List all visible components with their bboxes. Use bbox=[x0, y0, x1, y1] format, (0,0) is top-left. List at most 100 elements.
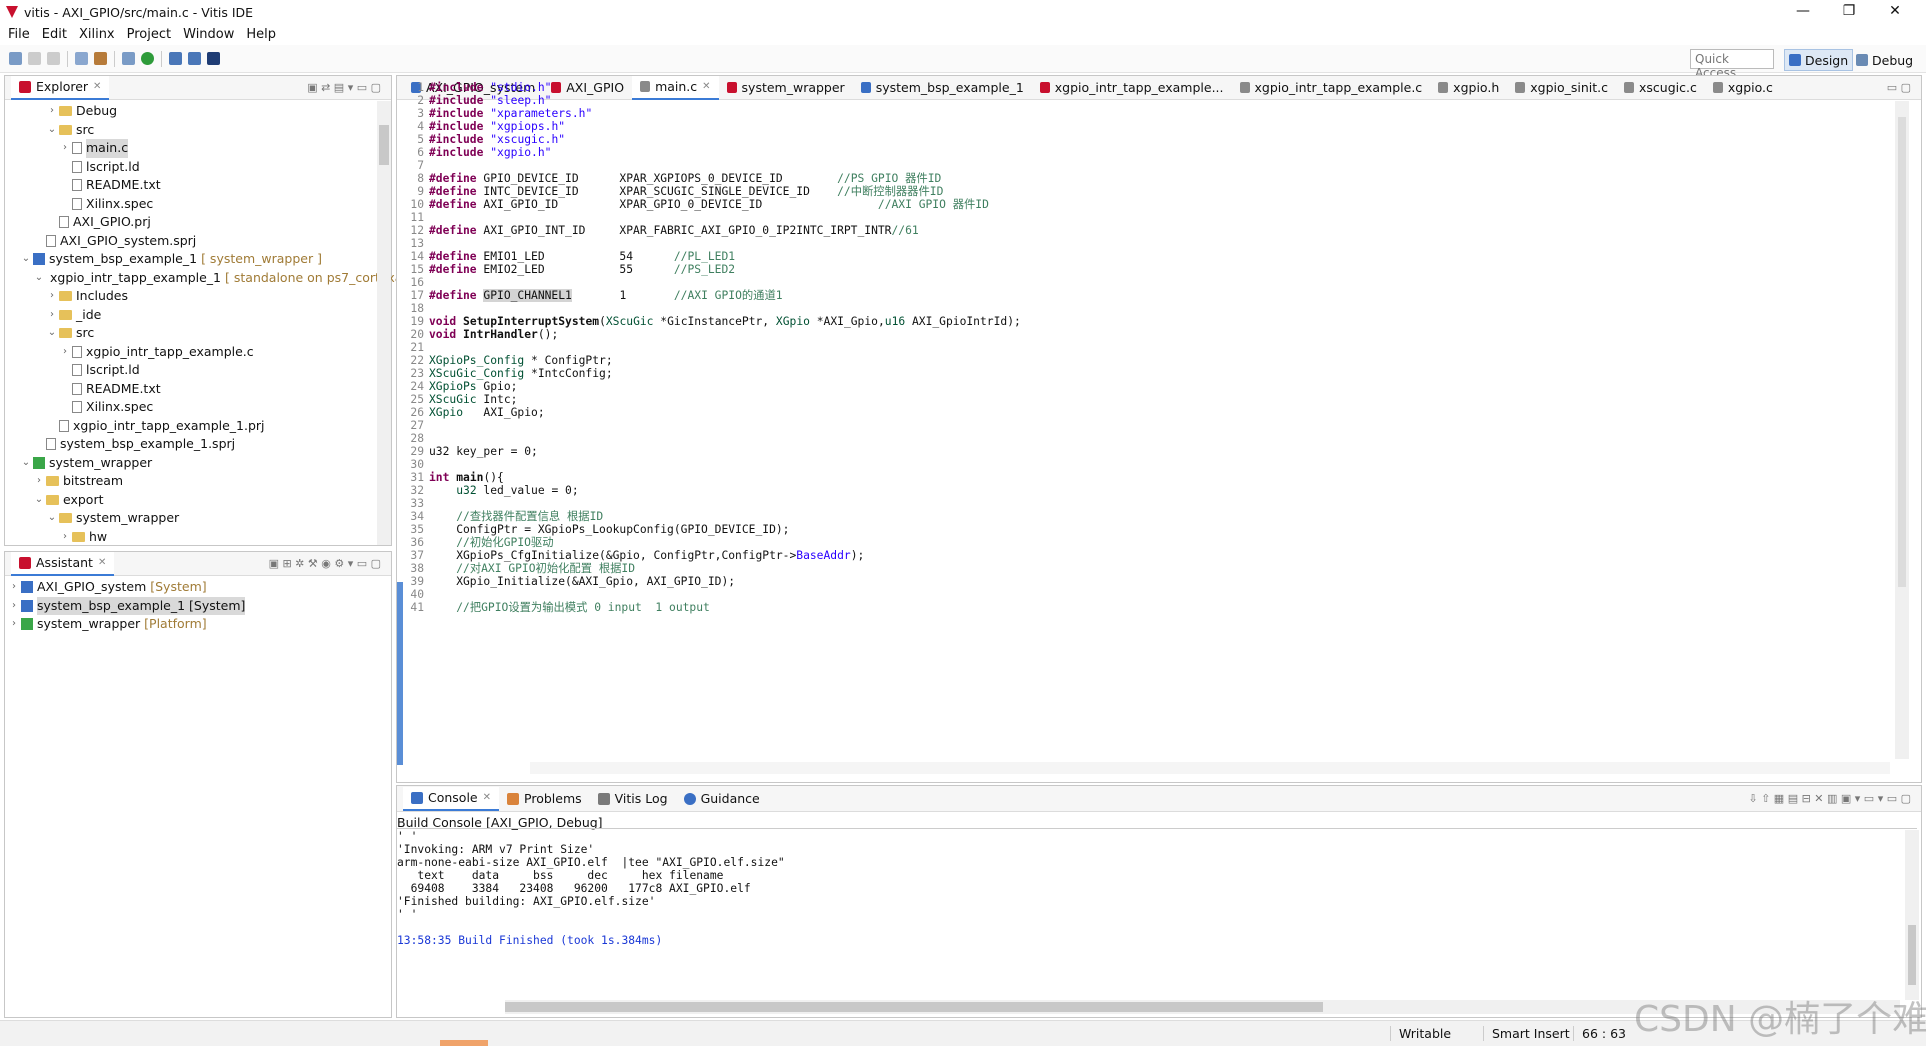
debug-icon[interactable] bbox=[122, 52, 135, 65]
explorer-tree-item[interactable]: › main.c bbox=[5, 139, 391, 158]
expand-toggle-icon[interactable]: ⌄ bbox=[19, 454, 33, 473]
view-menu-icons[interactable]: ▣ ⇄ ▤ ▾ ▭ ▢ bbox=[307, 81, 381, 94]
explorer-tree-item[interactable]: system_bsp_example_1.sprj bbox=[5, 435, 391, 454]
explorer-tree-item[interactable]: ⌄ export bbox=[5, 491, 391, 510]
explorer-tree-item[interactable]: › xgpio_intr_tapp_example.c bbox=[5, 343, 391, 362]
expand-toggle-icon[interactable]: › bbox=[45, 287, 59, 306]
run-icon[interactable] bbox=[141, 52, 154, 65]
assistant-tree-item[interactable]: › AXI_GPIO_system [System] bbox=[5, 578, 391, 597]
explorer-tree-item[interactable]: › Includes bbox=[5, 287, 391, 306]
tab-assistant[interactable]: Assistant ✕ bbox=[11, 551, 115, 576]
design-perspective-button[interactable]: Design bbox=[1784, 49, 1854, 71]
tab-guidance[interactable]: Guidance bbox=[676, 787, 768, 811]
explorer-tree-item[interactable]: › bitstream bbox=[5, 472, 391, 491]
save-icon[interactable] bbox=[28, 52, 41, 65]
expand-toggle-icon[interactable]: › bbox=[7, 615, 21, 634]
debug-perspective-button[interactable]: Debug bbox=[1852, 49, 1917, 71]
console-vertical-scrollbar[interactable] bbox=[1905, 830, 1919, 1000]
explorer-tree-item[interactable]: ⌄ src bbox=[5, 324, 391, 343]
explorer-tree-item[interactable]: › _ide bbox=[5, 306, 391, 325]
code-editor[interactable]: 1 #include "stdio.h" 2 #include "sleep.h" 3 #… bbox=[407, 81, 1537, 621]
menu-xilinx[interactable]: Xilinx bbox=[79, 27, 115, 42]
expand-toggle-icon[interactable]: ⌄ bbox=[32, 491, 46, 510]
expand-toggle-icon[interactable]: › bbox=[7, 597, 21, 616]
restore-button[interactable]: ❐ bbox=[1826, 0, 1872, 24]
explorer-tree-item[interactable]: ⌄ system_wrapper bbox=[5, 454, 391, 473]
menu-file[interactable]: File bbox=[8, 27, 30, 42]
save-all-icon[interactable] bbox=[47, 52, 60, 65]
explorer-tree-item[interactable]: ⌄ system_bsp_example_1[ system_wrapper ] bbox=[5, 250, 391, 269]
xsct-icon[interactable] bbox=[188, 52, 201, 65]
explorer-pane: Explorer ✕ ▣ ⇄ ▤ ▾ ▭ ▢ › Debug ⌄ src › main.c… bbox=[4, 75, 434, 547]
console-hscroll-thumb[interactable] bbox=[505, 1002, 1323, 1012]
explorer-tree-item[interactable]: README.txt bbox=[5, 380, 391, 399]
expand-toggle-icon[interactable]: › bbox=[58, 343, 72, 362]
explorer-tree-item[interactable]: ⌄ src bbox=[5, 121, 391, 140]
explorer-tree-item[interactable]: ⌄ system_wrapper bbox=[5, 509, 391, 528]
expand-toggle-icon[interactable]: › bbox=[58, 528, 72, 547]
menu-project[interactable]: Project bbox=[127, 27, 171, 42]
explorer-scrollbar[interactable] bbox=[377, 101, 391, 545]
explorer-tree-item[interactable]: AXI_GPIO.prj bbox=[5, 213, 391, 232]
menu-window[interactable]: Window bbox=[183, 27, 234, 42]
editor-scroll-thumb[interactable] bbox=[1898, 117, 1906, 587]
explorer-tree-item[interactable]: Xilinx.spec bbox=[5, 195, 391, 214]
explorer-tree-item[interactable]: Xilinx.spec bbox=[5, 398, 391, 417]
tab-problems[interactable]: Problems bbox=[499, 787, 590, 811]
file-icon bbox=[72, 197, 82, 210]
editor-minmax-icons[interactable]: ▭ ▢ bbox=[1887, 81, 1911, 94]
explorer-icon bbox=[19, 80, 31, 93]
explorer-tree-item[interactable]: ⌄ xgpio_intr_tapp_example_1[ standalone o… bbox=[5, 269, 434, 288]
editor-horizontal-scrollbar[interactable] bbox=[530, 762, 1890, 774]
build-hammer-icon[interactable] bbox=[94, 52, 107, 65]
menu-help[interactable]: Help bbox=[246, 27, 276, 42]
console-scroll-thumb[interactable] bbox=[1908, 925, 1916, 985]
expand-toggle-icon[interactable]: › bbox=[58, 139, 72, 158]
explorer-tree-item[interactable]: lscript.ld bbox=[5, 158, 391, 177]
explorer-item-label: system_bsp_example_1 bbox=[49, 251, 198, 266]
expand-toggle-icon[interactable]: ⌄ bbox=[19, 250, 33, 269]
expand-toggle-icon[interactable]: › bbox=[32, 472, 46, 491]
expand-toggle-icon[interactable]: › bbox=[45, 306, 59, 325]
code-text: //初始化GPIO驱动 bbox=[456, 536, 554, 549]
expand-toggle-icon[interactable]: › bbox=[7, 578, 21, 597]
terminal-icon[interactable] bbox=[207, 52, 220, 65]
quick-access-input[interactable]: Quick Access bbox=[1690, 49, 1774, 80]
editor-tab[interactable]: xgpio.c bbox=[1705, 76, 1781, 100]
explorer-tree-item[interactable]: README.txt bbox=[5, 176, 391, 195]
new-icon[interactable] bbox=[9, 52, 22, 65]
console-toolbar-icons[interactable]: ⇩ ⇧ ▦ ▤ ⊟ ✕ ▥ ▣ ▾ ▭ ▾ ▭ ▢ bbox=[1748, 792, 1911, 805]
close-icon[interactable]: ✕ bbox=[93, 81, 101, 92]
expand-toggle-icon[interactable]: ⌄ bbox=[32, 269, 46, 288]
explorer-tree-item[interactable]: AXI_GPIO_system.sprj bbox=[5, 232, 391, 251]
editor-vertical-scrollbar[interactable] bbox=[1895, 101, 1909, 759]
expand-toggle-icon[interactable]: › bbox=[45, 102, 59, 121]
explorer-tree-item[interactable]: › Debug bbox=[5, 102, 391, 121]
target-icon[interactable] bbox=[75, 52, 88, 65]
menu-edit[interactable]: Edit bbox=[42, 27, 67, 42]
assistant-tree-item[interactable]: › system_wrapper [Platform] bbox=[5, 615, 391, 634]
program-fpga-icon[interactable] bbox=[169, 52, 182, 65]
expand-toggle-icon[interactable]: ⌄ bbox=[45, 121, 59, 140]
file-icon bbox=[72, 345, 82, 358]
tab-vitis-log[interactable]: Vitis Log bbox=[590, 787, 676, 811]
close-button[interactable]: ✕ bbox=[1872, 0, 1918, 24]
expand-toggle-icon[interactable]: ⌄ bbox=[45, 324, 59, 343]
expand-toggle-icon[interactable]: ⌄ bbox=[45, 509, 59, 528]
explorer-tree-item[interactable]: lscript.ld bbox=[5, 361, 391, 380]
editor-tab[interactable]: xscugic.c bbox=[1616, 76, 1705, 100]
console-output[interactable]: ' ' 'Invoking: ARM v7 Print Size' arm-none… bbox=[397, 830, 1547, 970]
explorer-item-label: xgpio_intr_tapp_example_1 bbox=[50, 269, 222, 285]
tab-console[interactable]: Console ✕ bbox=[403, 786, 500, 811]
tab-explorer[interactable]: Explorer ✕ bbox=[11, 75, 110, 100]
explorer-scroll-thumb[interactable] bbox=[379, 125, 389, 165]
explorer-tree-item[interactable]: xgpio_intr_tapp_example_1.prj bbox=[5, 417, 391, 436]
explorer-tree-item[interactable]: › hw bbox=[5, 528, 391, 547]
close-icon[interactable]: ✕ bbox=[98, 557, 106, 568]
folder-icon bbox=[59, 291, 72, 302]
assistant-tree-item[interactable]: › system_bsp_example_1 [System] bbox=[5, 596, 391, 616]
assistant-toolbar-icons[interactable]: ▣ ⊞ ✲ ⚒ ◉ ⚙ ▾ ▭ ▢ bbox=[269, 557, 381, 570]
minimize-button[interactable]: — bbox=[1780, 0, 1826, 24]
close-icon[interactable]: ✕ bbox=[483, 792, 491, 803]
